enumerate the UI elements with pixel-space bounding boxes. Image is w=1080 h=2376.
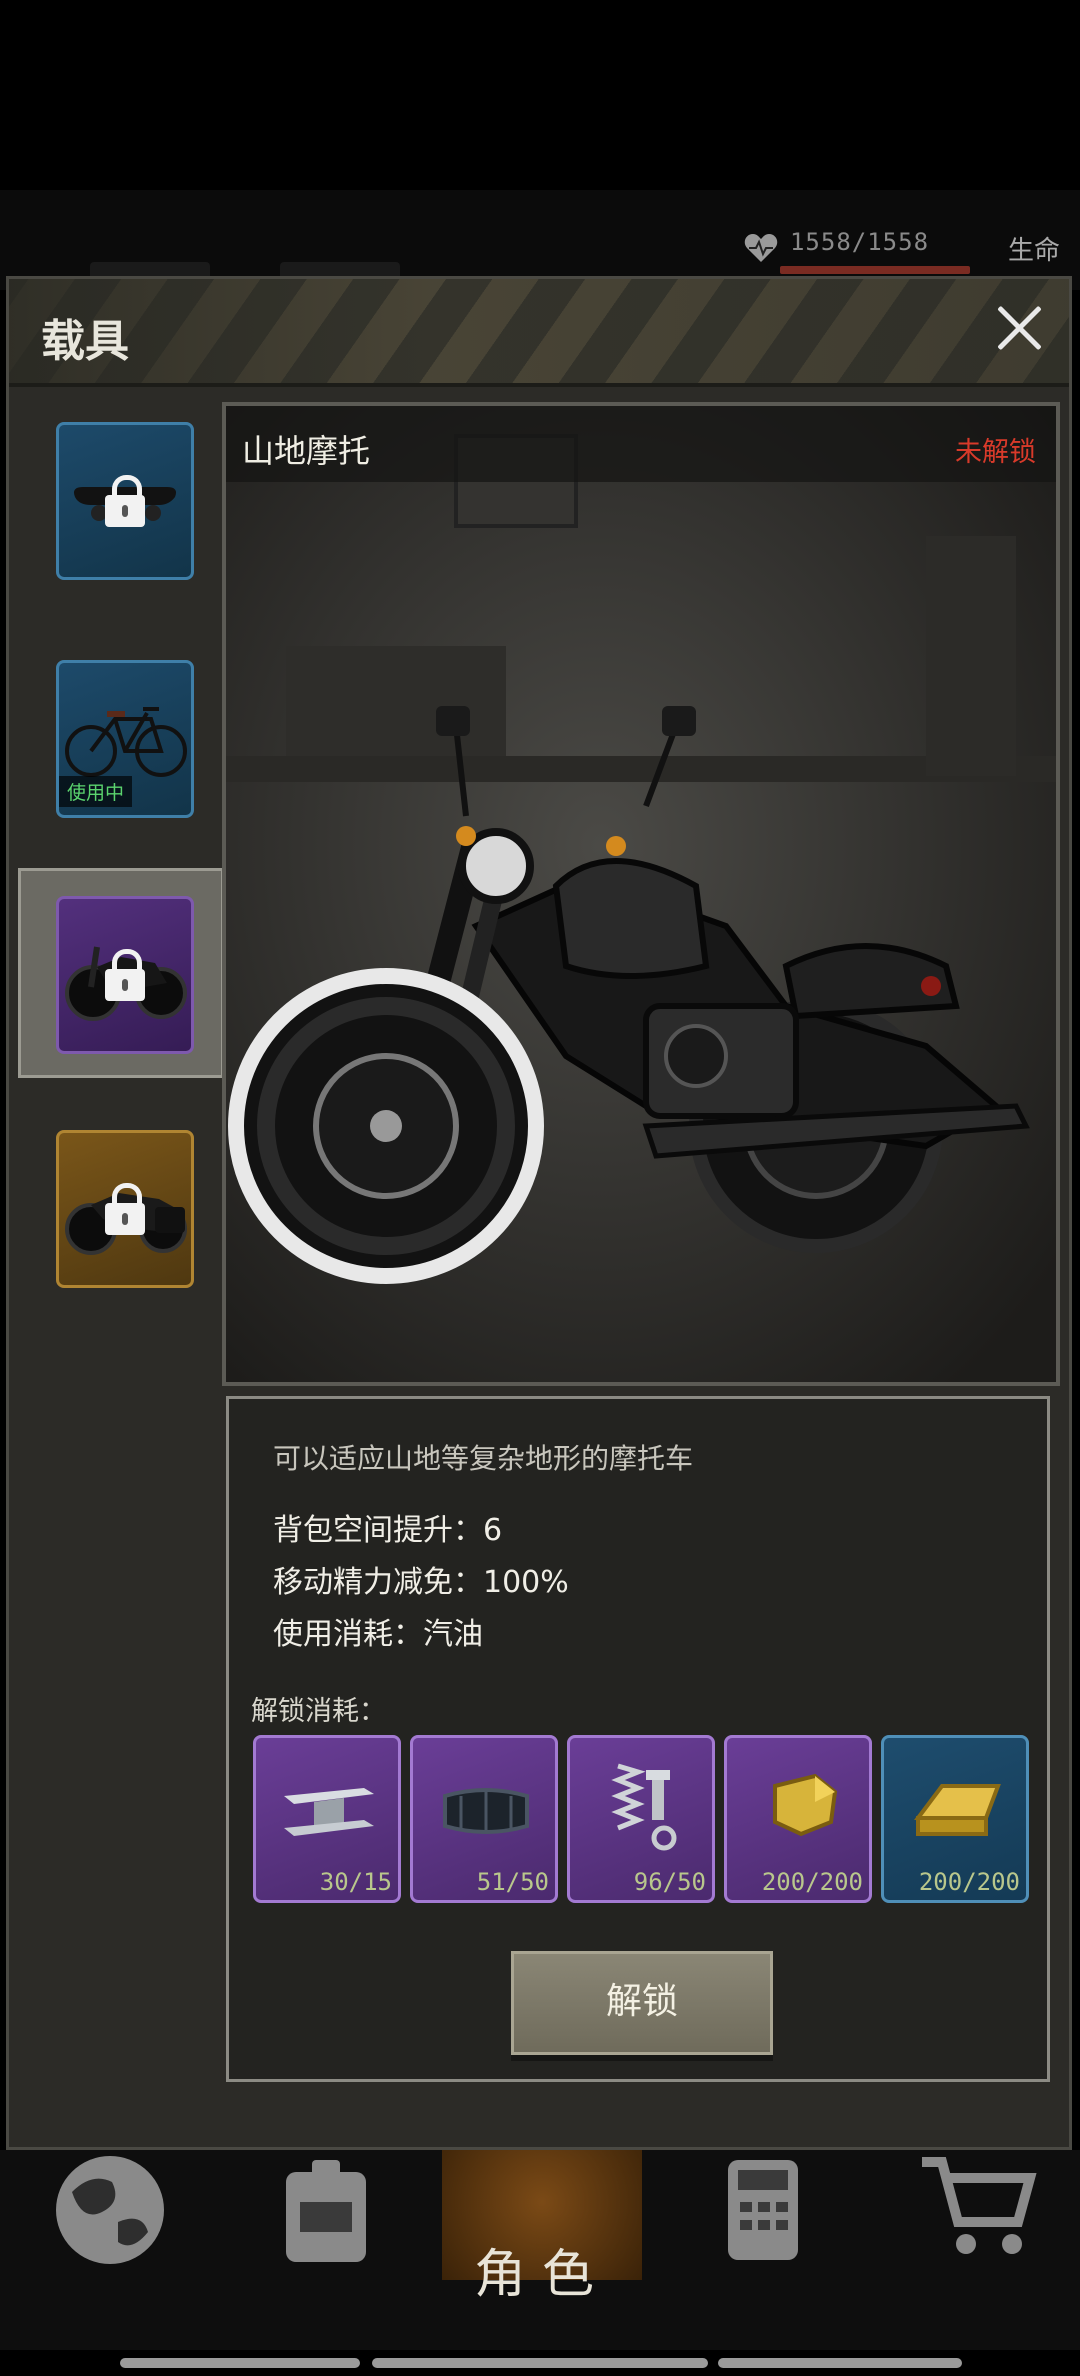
resource-count: 200/200	[761, 1868, 863, 1896]
backpack-icon[interactable]	[268, 2152, 384, 2268]
home-indicator	[718, 2358, 962, 2368]
stat-fuel: 使用消耗：汽油	[273, 1617, 483, 1652]
nav-character-label: 角色	[473, 2245, 610, 2305]
calculator-icon[interactable]	[714, 2152, 814, 2268]
lock-icon	[105, 475, 145, 527]
rubber-tire-icon	[443, 1788, 529, 1834]
resource-gold-bar[interactable]: 200/200	[881, 1735, 1029, 1903]
stat-backpack: 背包空间提升：6	[273, 1513, 503, 1548]
sidebar-item-skateboard[interactable]	[56, 422, 194, 580]
vehicle-name: 山地摩托	[242, 432, 371, 470]
resource-count: 30/15	[319, 1868, 392, 1896]
vehicle-info: 可以适应山地等复杂地形的摩托车 背包空间提升：6 移动精力减免：100% 使用消…	[226, 1396, 1050, 2082]
resource-count: 200/200	[918, 1868, 1020, 1896]
sidebar-item-cruiser-motorcycle[interactable]	[56, 1130, 194, 1288]
unlock-button[interactable]: 解锁	[511, 1951, 773, 2055]
lock-icon	[105, 1183, 145, 1235]
motorcycle-illustration	[226, 406, 1056, 1382]
vehicle-description: 可以适应山地等复杂地形的摩托车	[273, 1442, 694, 1475]
close-button[interactable]	[989, 297, 1049, 357]
resource-count: 51/50	[476, 1868, 549, 1896]
shopping-cart-icon[interactable]	[918, 2152, 1038, 2262]
hp-readout: 1558/1558	[779, 228, 980, 274]
gold-bar-icon	[914, 1784, 1001, 1836]
bicycle-icon	[65, 707, 187, 777]
home-indicator	[372, 2358, 708, 2368]
life-display: 1558/1558 生命	[744, 228, 1060, 274]
heart-icon	[744, 234, 778, 262]
life-label: 生命	[1007, 235, 1060, 266]
world-map-icon[interactable]	[52, 2152, 168, 2268]
resource-spring-bolt[interactable]: 96/50	[567, 1735, 715, 1903]
unlock-cost-label: 解锁消耗：	[251, 1696, 386, 1727]
vehicle-preview: 山地摩托 未解锁	[222, 402, 1060, 1386]
stat-stamina: 移动精力减免：100%	[273, 1565, 569, 1600]
lock-icon	[105, 949, 145, 1001]
resource-gold-ore[interactable]: 200/200	[724, 1735, 872, 1903]
hp-bar	[779, 266, 970, 274]
resource-count: 96/50	[633, 1868, 706, 1896]
sidebar-item-bicycle[interactable]: 使用中	[56, 660, 194, 818]
gold-ore-icon	[773, 1773, 838, 1837]
resource-rubber[interactable]: 51/50	[410, 1735, 558, 1903]
spring-bolt-icon	[611, 1763, 677, 1851]
sidebar-item-mountain-motorcycle[interactable]	[56, 896, 194, 1054]
panel-title: 载具	[41, 316, 129, 367]
vehicle-status: 未解锁	[955, 437, 1036, 468]
steel-beam-icon	[284, 1788, 374, 1836]
panel-header: 载具	[9, 279, 1069, 387]
hp-value: 1558/1558	[789, 228, 930, 256]
resource-steel-beam[interactable]: 30/15	[253, 1735, 401, 1903]
in-use-badge: 使用中	[59, 776, 133, 807]
home-indicator	[120, 2358, 360, 2368]
